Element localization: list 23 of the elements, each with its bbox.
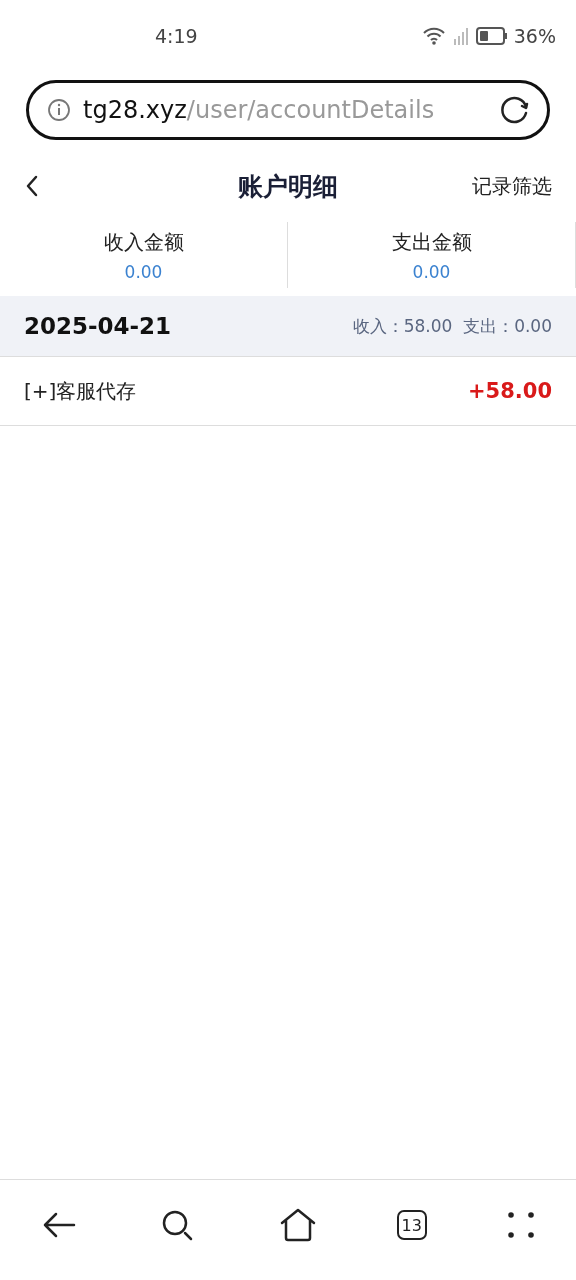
info-icon[interactable] xyxy=(47,98,71,122)
page-title: 账户明细 xyxy=(238,170,338,203)
signal-icon xyxy=(451,26,470,46)
transaction-row[interactable]: [+]客服代存 +58.00 xyxy=(0,357,576,426)
tabs-button[interactable]: 13 xyxy=(396,1210,427,1240)
summary-value: 0.00 xyxy=(124,261,163,282)
battery-icon xyxy=(475,27,508,45)
back-button[interactable] xyxy=(24,174,40,198)
status-time: 4:19 xyxy=(155,25,199,47)
summary-label: 支出金额 xyxy=(391,228,472,256)
date-text: 2025-04-21 xyxy=(24,313,172,339)
transaction-amount: +58.00 xyxy=(467,379,552,403)
address-bar[interactable]: tg28.xyz/user/accountDetails xyxy=(26,80,550,140)
transaction-name: [+]客服代存 xyxy=(24,377,137,405)
battery-percent: 36% xyxy=(513,25,556,47)
summary-value: 0.00 xyxy=(412,261,451,282)
url-path: /user/accountDetails xyxy=(186,96,435,124)
summary-label: 收入金额 xyxy=(103,228,184,256)
url-domain: tg28.xyz xyxy=(83,96,187,124)
wifi-icon xyxy=(421,26,446,46)
filter-link[interactable]: 记录筛选 xyxy=(472,172,552,200)
reload-icon[interactable] xyxy=(499,94,531,126)
day-totals: 收入：58.00 支出：0.00 xyxy=(352,314,552,338)
